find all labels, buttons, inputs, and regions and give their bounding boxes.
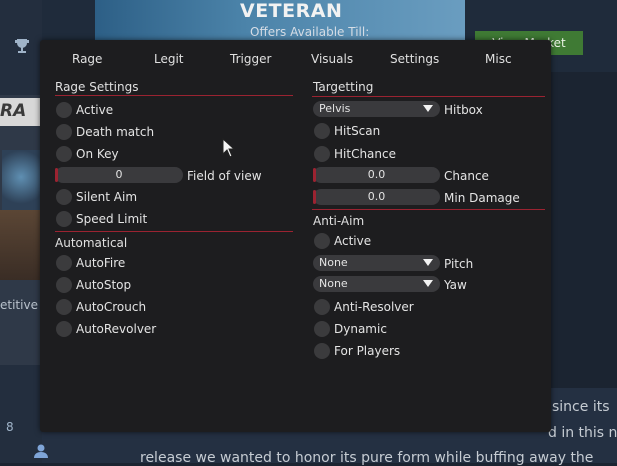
autofire-checkbox[interactable]: [56, 255, 72, 271]
hitscan-label: HitScan: [334, 124, 381, 138]
automatical-title: Automatical: [55, 236, 128, 250]
yaw-dropdown[interactable]: None: [313, 276, 440, 292]
pitch-value: None: [319, 256, 348, 269]
anti-resolver-checkbox[interactable]: [314, 299, 330, 315]
chevron-down-icon: [423, 105, 433, 112]
min-damage-label: Min Damage: [444, 191, 520, 205]
field-of-view-slider[interactable]: 0: [55, 167, 183, 183]
anti-aim-active-checkbox[interactable]: [314, 233, 330, 249]
banner-title: VETERAN: [240, 0, 343, 22]
targetting-title: Targetting: [313, 80, 374, 94]
speed-limit-checkbox[interactable]: [56, 211, 72, 227]
tab-trigger[interactable]: Trigger: [230, 52, 271, 66]
yaw-value: None: [319, 277, 348, 290]
on-key-label: On Key: [76, 147, 119, 161]
field-of-view-value: 0: [115, 168, 123, 181]
for-players-label: For Players: [334, 344, 401, 358]
speed-limit-label: Speed Limit: [76, 212, 148, 226]
hitscan-checkbox[interactable]: [314, 123, 330, 139]
anti-aim-active-label: Active: [334, 234, 372, 248]
rank-text: RA: [0, 101, 27, 121]
rage-settings-bottom-divider: [55, 231, 293, 232]
tab-rage[interactable]: Rage: [72, 52, 102, 66]
hitchance-label: HitChance: [334, 147, 396, 161]
anti-resolver-label: Anti-Resolver: [334, 300, 414, 314]
autostop-checkbox[interactable]: [56, 277, 72, 293]
hitbox-dropdown[interactable]: Pelvis: [313, 101, 440, 117]
silent-aim-label: Silent Aim: [76, 190, 138, 204]
yaw-label: Yaw: [444, 278, 467, 292]
news-text-3: release we wanted to honor its pure form…: [140, 450, 594, 466]
tab-legit[interactable]: Legit: [154, 52, 184, 66]
chevron-down-icon: [423, 280, 433, 287]
rank-emblem-icon: [2, 150, 40, 210]
anti-aim-title: Anti-Aim: [313, 214, 365, 228]
silent-aim-checkbox[interactable]: [56, 189, 72, 205]
mouse-cursor-icon: [222, 138, 236, 158]
autostop-label: AutoStop: [76, 278, 132, 292]
autorevolver-checkbox[interactable]: [56, 321, 72, 337]
tab-bar: Rage Legit Trigger Visuals Settings Misc: [40, 40, 551, 76]
autocrouch-checkbox[interactable]: [56, 299, 72, 315]
tab-settings[interactable]: Settings: [390, 52, 439, 66]
pitch-dropdown[interactable]: None: [313, 255, 440, 271]
targetting-bottom-divider: [312, 209, 545, 210]
autocrouch-label: AutoCrouch: [76, 300, 147, 314]
pitch-label: Pitch: [444, 257, 474, 271]
rage-settings-title: Rage Settings: [55, 80, 139, 94]
autorevolver-label: AutoRevolver: [76, 322, 157, 336]
deathmatch-label: Death match: [76, 125, 155, 139]
active-label: Active: [76, 103, 114, 117]
user-icon[interactable]: [33, 443, 49, 459]
min-damage-slider[interactable]: 0.0: [313, 189, 440, 205]
trophy-icon[interactable]: [13, 38, 31, 54]
hitbox-label: Hitbox: [444, 103, 483, 117]
on-key-checkbox[interactable]: [56, 146, 72, 162]
hitbox-value: Pelvis: [319, 102, 351, 115]
targetting-divider: [312, 96, 545, 97]
cheat-menu-panel: Rage Legit Trigger Visuals Settings Misc…: [40, 40, 551, 432]
dynamic-label: Dynamic: [334, 322, 387, 336]
hitchance-checkbox[interactable]: [314, 146, 330, 162]
min-damage-value: 0.0: [367, 190, 386, 203]
active-checkbox[interactable]: [56, 102, 72, 118]
friend-count: 8: [6, 420, 14, 434]
rage-settings-divider: [55, 95, 293, 96]
chance-value: 0.0: [367, 168, 386, 181]
deathmatch-checkbox[interactable]: [56, 124, 72, 140]
field-of-view-label: Field of view: [187, 169, 262, 183]
autofire-label: AutoFire: [76, 256, 126, 270]
mode-label: etitive: [0, 298, 38, 312]
tab-misc[interactable]: Misc: [485, 52, 512, 66]
chevron-down-icon: [423, 259, 433, 266]
dynamic-checkbox[interactable]: [314, 321, 330, 337]
for-players-checkbox[interactable]: [314, 343, 330, 359]
offers-text: Offers Available Till:: [250, 25, 370, 39]
news-text-1: since its: [552, 399, 610, 415]
map-thumbnail: [0, 210, 42, 280]
chance-label: Chance: [444, 169, 489, 183]
chance-slider[interactable]: 0.0: [313, 167, 440, 183]
tab-visuals[interactable]: Visuals: [311, 52, 353, 66]
news-text-2: d in this n: [548, 425, 617, 441]
